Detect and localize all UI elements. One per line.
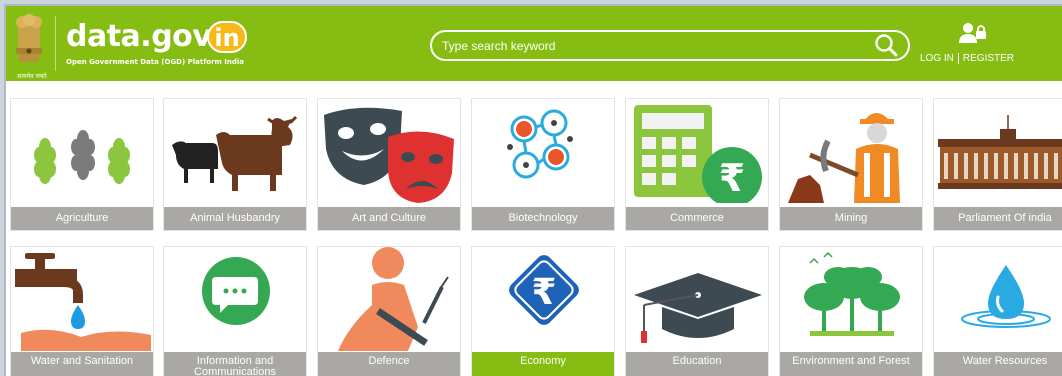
sector-tile-agriculture[interactable]: Agriculture — [10, 98, 154, 231]
chat-bubble-icon — [202, 257, 270, 325]
sector-tile-water-resources[interactable]: Water Resources — [933, 246, 1062, 376]
register-link[interactable]: REGISTER — [963, 53, 1014, 64]
calculator-rupee-icon: ₹ — [634, 105, 762, 203]
sector-tile-mining[interactable]: Mining — [779, 98, 923, 231]
rupee-diamond-icon: ₹ — [509, 255, 579, 325]
search-icon — [875, 34, 898, 57]
site-logo-badge[interactable]: in — [207, 21, 247, 53]
sector-label: Agriculture — [11, 207, 153, 230]
search-button[interactable] — [874, 33, 900, 58]
theatre-masks-icon — [324, 107, 454, 203]
svg-text:₹: ₹ — [719, 156, 745, 200]
sector-label: Biotechnology — [472, 207, 614, 230]
sector-tile-education[interactable]: Education — [625, 246, 769, 376]
svg-text:₹: ₹ — [531, 272, 556, 313]
parliament-icon — [938, 115, 1062, 189]
sector-label: Water Resources — [934, 352, 1062, 376]
sector-label: Information and Communications — [164, 352, 306, 376]
cattle-icon — [172, 115, 298, 191]
sector-label: Environment and Forest — [780, 352, 922, 376]
auth-separator — [957, 53, 959, 64]
search-box — [430, 30, 910, 61]
sector-tile-biotechnology[interactable]: Biotechnology — [471, 98, 615, 231]
wheat-icon — [34, 130, 130, 184]
sector-label: Mining — [780, 207, 922, 230]
emblem-caption: सत्यमेव जयते — [17, 73, 47, 80]
tap-water-icon — [15, 253, 151, 351]
sector-tile-commerce[interactable]: ₹ Commerce — [625, 98, 769, 231]
sector-label: Economy — [472, 352, 614, 376]
sector-tile-parliament-of-india[interactable]: Parliament Of india — [933, 98, 1062, 231]
miner-icon — [788, 113, 900, 203]
ashoka-emblem-icon — [16, 14, 42, 62]
forest-icon — [804, 251, 900, 336]
sector-label: Education — [626, 352, 768, 376]
water-drop-icon — [961, 265, 1051, 328]
sector-label: Parliament Of india — [934, 207, 1062, 230]
sector-tile-defence[interactable]: Defence — [317, 246, 461, 376]
header-divider — [55, 16, 56, 71]
soldier-icon — [338, 247, 449, 351]
site-header: सत्यमेव जयते data.gov in Open Government… — [6, 6, 1062, 81]
national-emblem-logo[interactable]: सत्यमेव जयते — [10, 12, 48, 80]
sector-tile-environment-and-forest[interactable]: Environment and Forest — [779, 246, 923, 376]
sector-tile-animal-husbandry[interactable]: Animal Husbandry — [163, 98, 307, 231]
sector-label: Water and Sanitation — [11, 352, 153, 376]
sector-tile-economy[interactable]: ₹ Economy — [471, 246, 615, 376]
search-input[interactable] — [442, 35, 852, 56]
auth-links: LOG IN REGISTER — [920, 53, 1014, 64]
sector-label: Defence — [318, 352, 460, 376]
sector-label: Art and Culture — [318, 207, 460, 230]
site-logo-subtitle: Open Government Data (OGD) Platform Indi… — [66, 58, 244, 66]
sector-tile-information-and-communications[interactable]: Information and Communications — [163, 246, 307, 376]
graduation-cap-icon — [634, 273, 762, 343]
sector-label: Commerce — [626, 207, 768, 230]
molecule-icon — [507, 109, 573, 179]
user-lock-icon[interactable] — [957, 22, 989, 44]
page-frame: सत्यमेव जयते data.gov in Open Government… — [4, 4, 1062, 376]
login-link[interactable]: LOG IN — [920, 53, 954, 64]
site-logo-text[interactable]: data.gov — [66, 20, 212, 54]
sector-tile-art-and-culture[interactable]: Art and Culture — [317, 98, 461, 231]
sector-label: Animal Husbandry — [164, 207, 306, 230]
sector-tile-water-and-sanitation[interactable]: Water and Sanitation — [10, 246, 154, 376]
